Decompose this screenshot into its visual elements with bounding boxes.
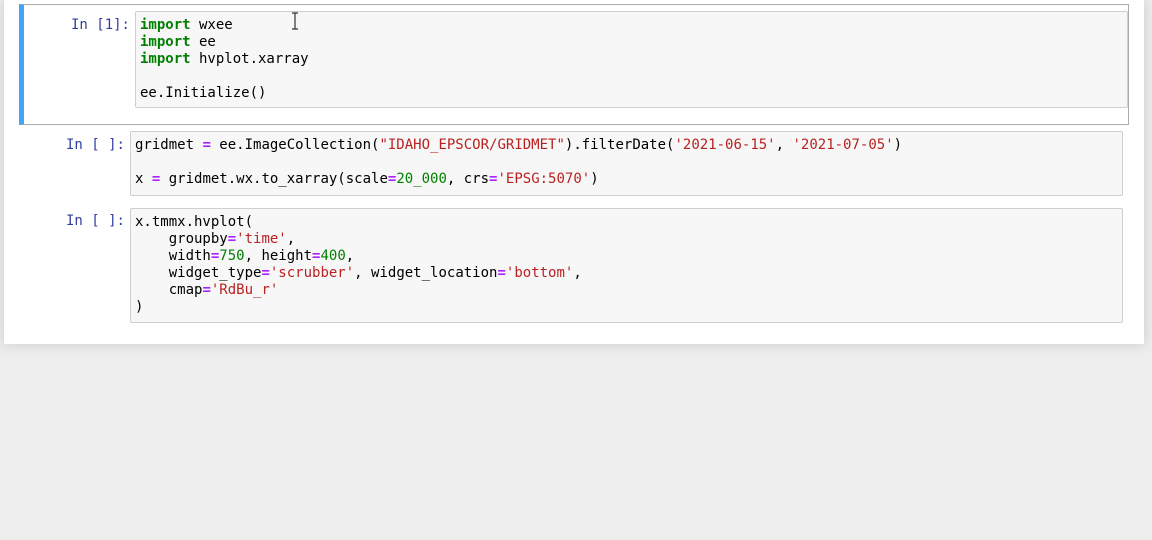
- code-token: import: [140, 17, 191, 33]
- code-token: 'EPSG:5070': [497, 171, 591, 187]
- code-line: width=750, height=400,: [135, 248, 355, 264]
- code-token: import: [140, 34, 191, 50]
- code-line: import wxee: [140, 17, 233, 33]
- code-token: x: [135, 171, 152, 187]
- code-line: widget_type='scrubber', widget_location=…: [135, 265, 582, 281]
- code-line: x = gridmet.wx.to_xarray(scale=20_000, c…: [135, 171, 599, 187]
- code-text[interactable]: import wxee import ee import hvplot.xarr…: [140, 17, 1123, 102]
- cell-prompt: In [ ]:: [65, 137, 125, 153]
- code-token: =: [227, 231, 237, 247]
- code-token: ee.ImageCollection(: [210, 137, 380, 153]
- code-token: ): [135, 299, 144, 315]
- code-token: import: [140, 51, 191, 67]
- code-token: wxee: [190, 17, 233, 33]
- code-editor[interactable]: gridmet = ee.ImageCollection("IDAHO_EPSC…: [130, 131, 1123, 196]
- code-token: 20_000: [396, 171, 447, 187]
- cell-prompt: In [1]:: [70, 17, 130, 33]
- code-token: '2021-07-05': [792, 137, 894, 153]
- code-token: ,: [345, 248, 355, 264]
- code-editor[interactable]: x.tmmx.hvplot( groupby='time', width=750…: [130, 208, 1123, 323]
- code-token: gridmet.wx.to_xarray(scale: [160, 171, 388, 187]
- code-token: ).filterDate(: [564, 137, 675, 153]
- code-token: '2021-06-15': [674, 137, 776, 153]
- code-token: hvplot.xarray: [190, 51, 309, 67]
- code-token: ): [590, 171, 599, 187]
- code-line: groupby='time',: [135, 231, 295, 247]
- code-cell-2[interactable]: In [ ]: gridmet = ee.ImageCollection("ID…: [19, 129, 1129, 199]
- code-token: ee: [190, 34, 216, 50]
- cell-prompt: In [ ]:: [65, 213, 125, 229]
- code-token: groupby: [135, 231, 228, 247]
- code-token: ,: [286, 231, 296, 247]
- code-editor[interactable]: import wxee import ee import hvplot.xarr…: [135, 11, 1128, 108]
- code-line: ): [135, 299, 143, 315]
- code-token: width: [135, 248, 211, 264]
- code-line: ee.Initialize(): [140, 85, 266, 101]
- code-token: , crs: [446, 171, 490, 187]
- code-token: x.tmmx.hvplot(: [135, 214, 254, 230]
- code-line: import ee: [140, 34, 216, 50]
- code-line: gridmet = ee.ImageCollection("IDAHO_EPSC…: [135, 137, 902, 153]
- code-token: =: [497, 265, 506, 281]
- code-cell-3[interactable]: In [ ]: x.tmmx.hvplot( groupby='time', w…: [19, 205, 1129, 327]
- code-token: 'time': [236, 231, 287, 247]
- code-token: ee.Initialize(): [140, 85, 267, 101]
- code-token: 400: [320, 248, 346, 264]
- code-token: 'RdBu_r': [210, 282, 279, 298]
- code-token: gridmet: [135, 137, 203, 153]
- text-ibeam-cursor-icon: [292, 12, 298, 30]
- code-token: 750: [219, 248, 245, 264]
- code-line: cmap='RdBu_r': [135, 282, 279, 298]
- code-line: x.tmmx.hvplot(: [135, 214, 253, 230]
- code-token: ,: [775, 137, 793, 153]
- code-cell-1[interactable]: In [1]: import wxee import ee import hvp…: [19, 4, 1129, 125]
- code-token: , widget_location: [354, 265, 498, 281]
- code-token: 'scrubber': [269, 265, 355, 281]
- code-token: =: [202, 282, 211, 298]
- code-token: =: [261, 265, 270, 281]
- notebook-container: In [1]: import wxee import ee import hvp…: [4, 0, 1144, 344]
- code-token: ,: [573, 265, 582, 281]
- code-token: "IDAHO_EPSCOR/GRIDMET": [379, 137, 565, 153]
- code-text[interactable]: x.tmmx.hvplot( groupby='time', width=750…: [135, 214, 1118, 316]
- code-token: , height: [244, 248, 313, 264]
- code-line: import hvplot.xarray: [140, 51, 309, 67]
- code-token: ): [893, 137, 903, 153]
- code-token: cmap: [135, 282, 203, 298]
- code-token: =: [202, 137, 211, 153]
- code-token: widget_type: [135, 265, 262, 281]
- code-text[interactable]: gridmet = ee.ImageCollection("IDAHO_EPSC…: [135, 137, 1118, 188]
- code-token: 'bottom': [505, 265, 574, 281]
